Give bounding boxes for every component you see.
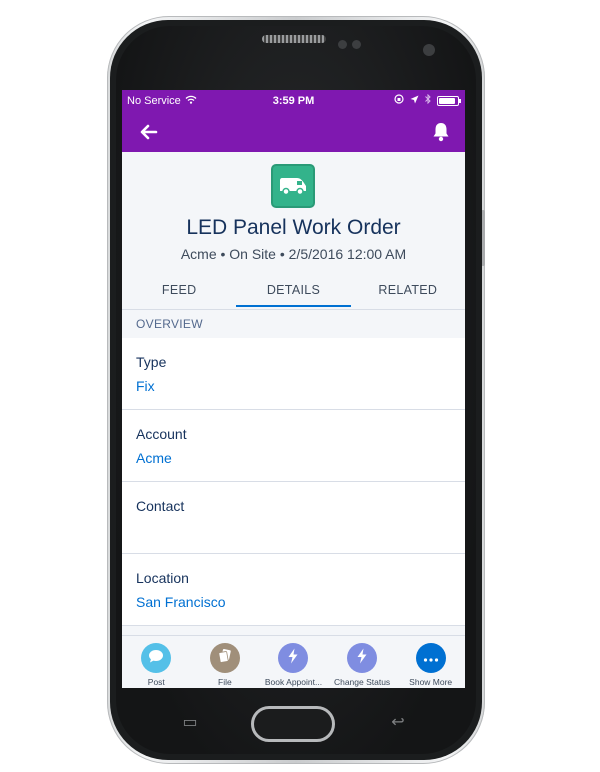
earpiece-speaker [262, 35, 326, 43]
record-tabs: FEED DETAILS RELATED [122, 275, 465, 311]
show-more-action-button[interactable]: Show More [396, 636, 465, 688]
action-label: Show More [409, 677, 453, 687]
field-account: Account Acme [122, 410, 465, 482]
action-circle-post [141, 643, 172, 673]
lightning-icon [287, 648, 299, 669]
record-title: LED Panel Work Order [186, 216, 401, 239]
section-header: OVERVIEW [136, 317, 203, 331]
record-subtitle: Acme • On Site • 2/5/2016 12:00 AM [180, 246, 407, 262]
phone-screen: No Service 3:59 PM LED Panel Work Order … [122, 90, 465, 688]
battery-level [439, 97, 456, 104]
van-icon [271, 164, 315, 208]
chat-bubble-icon [148, 649, 164, 668]
field-value-link[interactable]: Acme [136, 450, 451, 466]
post-action-button[interactable]: Post [122, 636, 191, 688]
file-icon [217, 648, 233, 669]
action-circle-book [278, 643, 309, 673]
field-label: Type [136, 354, 167, 370]
more-icon [423, 649, 439, 667]
tab-related[interactable]: RELATED [351, 275, 465, 311]
field-contact: Contact [122, 482, 465, 554]
lock-rotation-icon [394, 94, 404, 107]
field-label: Location [136, 570, 189, 586]
lightning-icon [356, 648, 368, 669]
battery-icon [437, 95, 461, 106]
bluetooth-icon [425, 93, 431, 107]
status-bar: No Service 3:59 PM [122, 90, 465, 112]
field-value-link[interactable]: San Francisco [136, 594, 451, 610]
action-label: Post [147, 677, 165, 687]
home-button[interactable] [251, 706, 335, 742]
front-sensor [352, 40, 361, 49]
action-label: Book Appoint... [264, 677, 323, 687]
field-value-link[interactable]: Fix [136, 378, 451, 394]
status-right [394, 93, 461, 107]
book-appointment-action-button[interactable]: Book Appoint... [259, 636, 328, 688]
field-location: Location San Francisco [122, 554, 465, 626]
file-action-button[interactable]: File [191, 636, 260, 688]
action-circle-file [209, 643, 240, 673]
back-arrow-icon[interactable] [138, 122, 160, 142]
field-label: Account [136, 426, 187, 442]
battery-tip [459, 98, 461, 103]
back-key-icon[interactable]: ↩ [386, 714, 410, 730]
front-camera [423, 44, 435, 56]
field-value-link [136, 522, 451, 538]
location-arrow-icon [410, 95, 419, 107]
record-header: LED Panel Work Order Acme • On Site • 2/… [122, 152, 465, 310]
field-type: Type Fix [122, 338, 465, 410]
change-status-action-button[interactable]: Change Status [328, 636, 397, 688]
action-circle-status [347, 643, 378, 673]
recent-apps-key-icon[interactable]: ▭ [178, 714, 202, 730]
tab-details[interactable]: DETAILS [236, 275, 351, 311]
tab-feed[interactable]: FEED [122, 275, 236, 311]
front-sensor [338, 40, 347, 49]
app-header [122, 112, 465, 152]
action-label: File [218, 677, 232, 687]
action-label: Change Status [333, 677, 391, 687]
bell-icon[interactable] [431, 121, 451, 143]
action-bar: Post File Book Appoint... Change Status … [122, 635, 465, 688]
field-label: Contact [136, 498, 185, 514]
details-fields: Type Fix Account Acme Contact Location S… [122, 338, 465, 626]
action-circle-more [415, 643, 446, 673]
